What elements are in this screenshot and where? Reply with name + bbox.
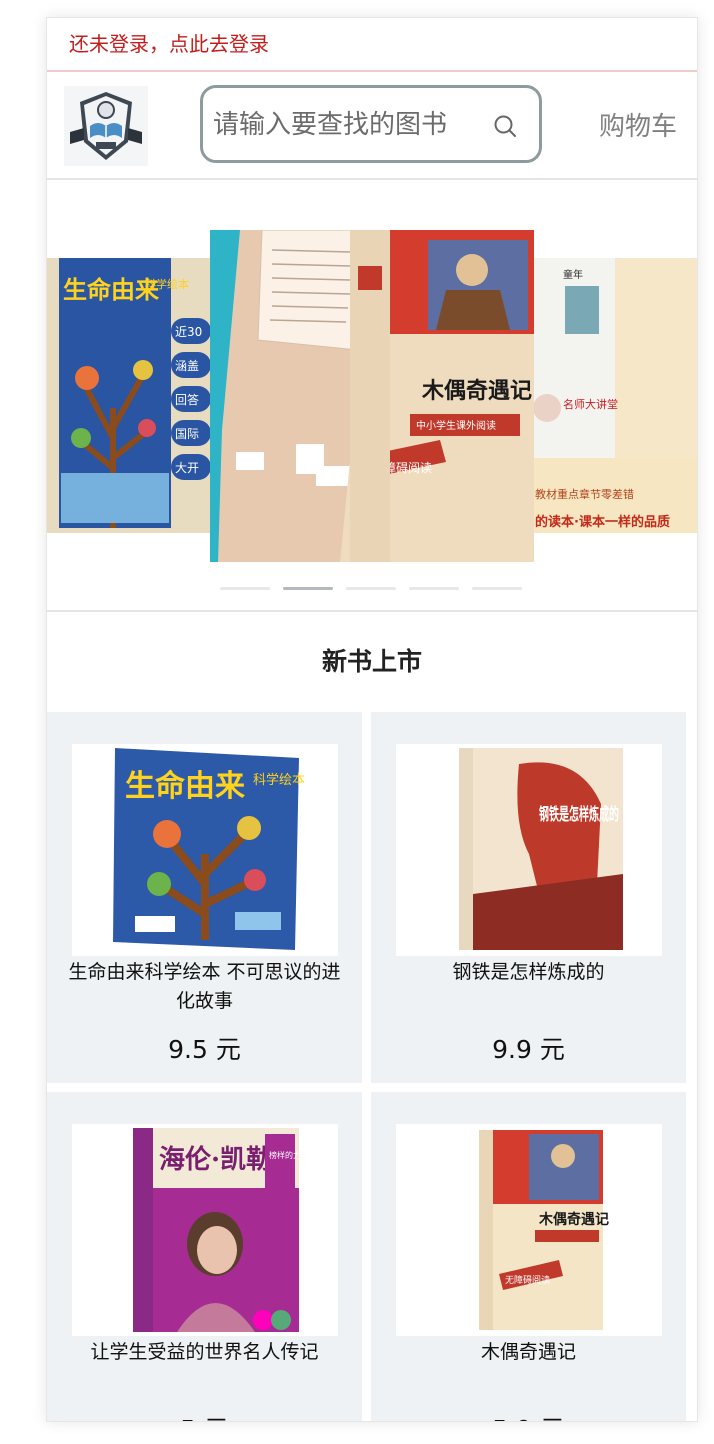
slide-left-bullet: 国际 (175, 427, 199, 441)
header: 购物车 (47, 72, 697, 180)
slide-left-bullet: 近30 (175, 325, 202, 339)
book-card[interactable]: 海伦·凯勒 榜样的力量 让学生受益的世界名人传记 5 元 (47, 1092, 362, 1421)
book-cover-subtitle: 科学绘本 (253, 772, 305, 788)
slide-right-caption: 名师大讲堂 (563, 397, 618, 411)
book-cover[interactable]: 生命由来 科学绘本 (72, 744, 338, 956)
library-book-logo-icon[interactable] (64, 86, 148, 166)
book-cover-title: 钢铁是怎样炼成的 (539, 804, 619, 825)
book-grid: 生命由来 科学绘本 生命由来科学绘本 不可思议的进化故事 9.5 元 钢铁是怎样… (47, 712, 697, 1421)
slide-left-bullet: 大开 (175, 461, 199, 475)
slide-right-footer-line1: 教材重点章节零差错 (535, 487, 634, 501)
login-prompt-link[interactable]: 还未登录，点此去登录 (47, 18, 697, 72)
slide-right-title: 童年 (563, 268, 583, 281)
slide-left-bullet: 回答 (175, 392, 199, 407)
slide-center-label: 中小学生课外阅读 (416, 419, 496, 432)
book-cover[interactable]: 木偶奇遇记 无障碍阅读 (396, 1124, 662, 1336)
carousel-dot[interactable] (346, 587, 396, 590)
carousel-slide-left[interactable]: 生命由来 科学绘本 近30 涵盖 回答 国际 大开 (47, 258, 211, 533)
cart-link[interactable]: 购物车 (599, 106, 677, 143)
carousel-dot[interactable] (472, 587, 522, 590)
book-name[interactable]: 生命由来科学绘本 不可思议的进化故事 (67, 958, 342, 1016)
book-name[interactable]: 钢铁是怎样炼成的 (391, 958, 666, 987)
book-name[interactable]: 让学生受益的世界名人传记 (67, 1338, 342, 1367)
book-price: 9.9 元 (492, 1035, 565, 1064)
book-cover[interactable]: 钢铁是怎样炼成的 (396, 744, 662, 956)
slide-left-subtitle: 科学绘本 (145, 277, 189, 291)
search-input[interactable] (211, 98, 485, 152)
book-cover-title: 海伦·凯勒 (159, 1144, 272, 1175)
book-price: 5.9 元 (371, 1410, 686, 1421)
book-cover-title: 生命由来 (125, 769, 245, 804)
slide-right-footer-line2: 的读本·课本一样的品质 (535, 514, 670, 530)
book-price: 5 元 (47, 1410, 362, 1421)
slide-center-title: 木偶奇遇记 (421, 378, 532, 404)
book-cover-title: 木偶奇遇记 (538, 1211, 609, 1228)
book-cover-subtitle: 无障碍阅读 (505, 1274, 550, 1286)
carousel-dot-active[interactable] (283, 587, 333, 590)
book-cover[interactable]: 海伦·凯勒 榜样的力量 (72, 1124, 338, 1336)
banner-carousel[interactable]: 生命由来 科学绘本 近30 涵盖 回答 国际 大开 童年 名师大讲堂 教材重点章… (47, 180, 697, 612)
book-cover-subtitle: 榜样的力量 (269, 1150, 305, 1160)
book-card[interactable]: 钢铁是怎样炼成的 钢铁是怎样炼成的 9.9 元 (371, 712, 686, 1083)
book-price: 9.5 元 (168, 1035, 241, 1064)
carousel-indicators (220, 587, 522, 590)
book-card[interactable]: 生命由来 科学绘本 生命由来科学绘本 不可思议的进化故事 9.5 元 (47, 712, 362, 1083)
search-icon[interactable] (493, 114, 517, 138)
carousel-slide-right[interactable]: 童年 名师大讲堂 教材重点章节零差错 的读本·课本一样的品质 (533, 258, 697, 533)
carousel-dot[interactable] (409, 587, 459, 590)
slide-left-bullet: 涵盖 (175, 359, 199, 373)
carousel-slide-active[interactable]: 木偶奇遇记 中小学生课外阅读 无障碍阅读 (210, 230, 534, 562)
book-name[interactable]: 木偶奇遇记 (391, 1338, 666, 1367)
mobile-page: 还未登录，点此去登录 购物车 (46, 17, 698, 1422)
book-card[interactable]: 木偶奇遇记 无障碍阅读 木偶奇遇记 5.9 元 (371, 1092, 686, 1421)
carousel-dot[interactable] (220, 587, 270, 590)
section-title: 新书上市 (321, 647, 422, 676)
search-box[interactable] (200, 85, 542, 163)
